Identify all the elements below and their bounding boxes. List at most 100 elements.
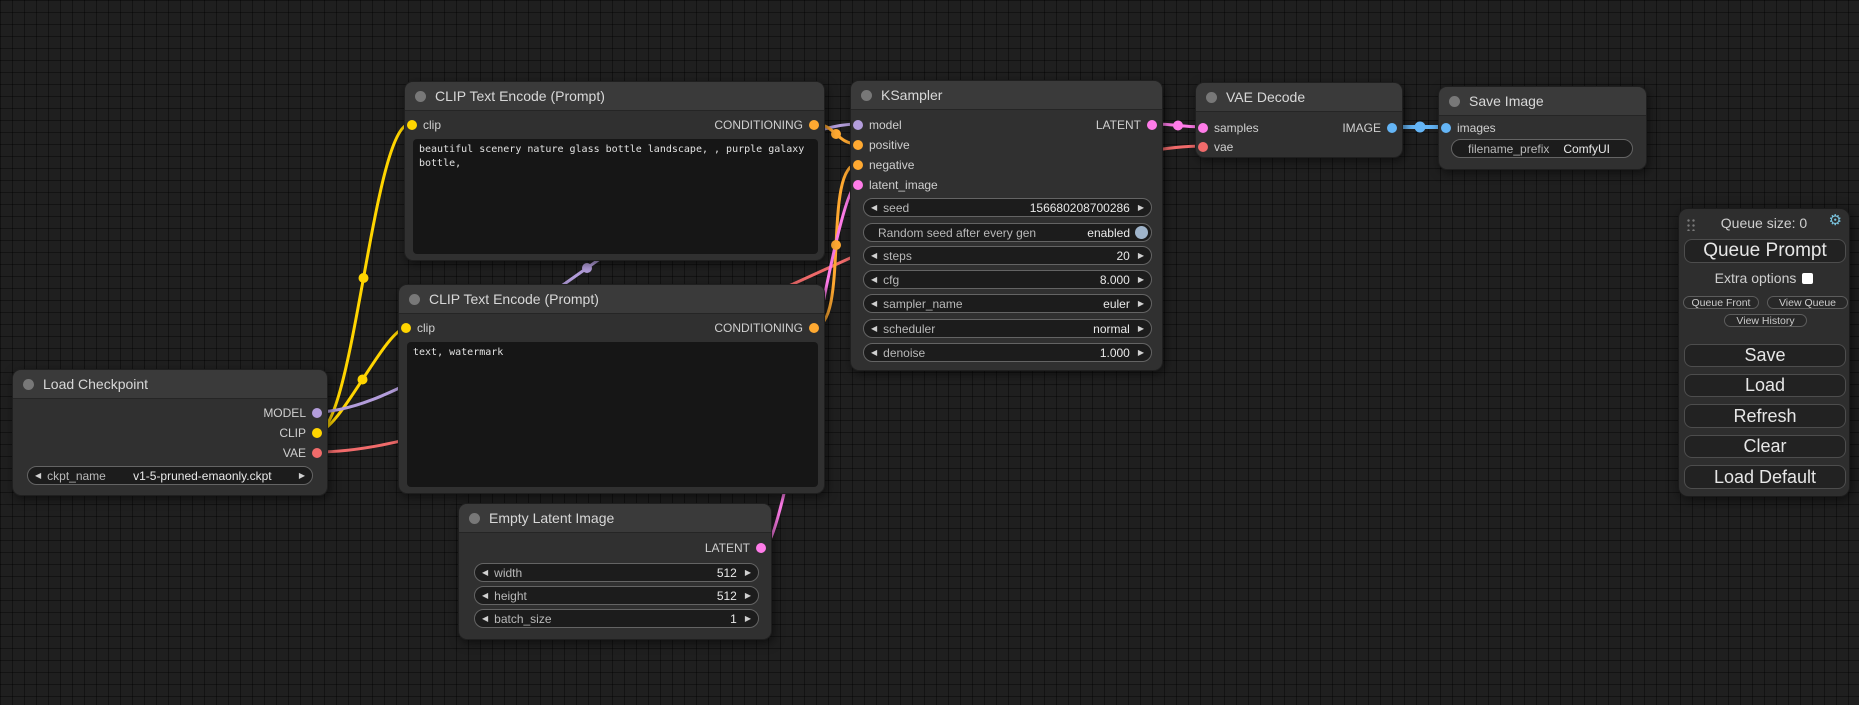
widget-value[interactable]: normal — [1093, 322, 1130, 336]
stepper-right-icon[interactable]: ▶ — [1138, 203, 1144, 212]
toggle-knob-icon[interactable] — [1135, 226, 1148, 239]
clip-output-dot[interactable] — [312, 428, 322, 438]
stepper-left-icon[interactable]: ◀ — [871, 251, 877, 260]
vae-input-dot[interactable] — [1198, 142, 1208, 152]
conditioning-output-dot[interactable] — [809, 120, 819, 130]
scheduler-widget[interactable]: ◀ scheduler normal ▶ — [863, 319, 1152, 338]
latent-input-dot[interactable] — [1198, 123, 1208, 133]
ckpt-name-widget[interactable]: ◀ ckpt_name v1-5-pruned-emaonly.ckpt ▶ — [27, 466, 313, 485]
input-slot-clip[interactable]: clip — [401, 322, 435, 334]
collapse-dot-icon[interactable] — [469, 513, 480, 524]
conditioning-input-dot[interactable] — [853, 140, 863, 150]
node-clip-text-encode-negative[interactable]: CLIP Text Encode (Prompt) clip CONDITION… — [398, 284, 825, 494]
node-load-checkpoint[interactable]: Load Checkpoint MODEL CLIP VAE ◀ ckpt_na… — [12, 369, 328, 496]
collapse-dot-icon[interactable] — [861, 90, 872, 101]
batch-size-widget[interactable]: ◀ batch_size 1 ▶ — [474, 609, 759, 628]
stepper-right-icon[interactable]: ▶ — [745, 591, 751, 600]
prompt-textarea[interactable]: beautiful scenery nature glass bottle la… — [413, 139, 818, 254]
input-slot-negative[interactable]: negative — [853, 159, 914, 171]
height-widget[interactable]: ◀ height 512 ▶ — [474, 586, 759, 605]
node-title-bar[interactable]: Load Checkpoint — [13, 370, 327, 399]
output-slot-latent[interactable]: LATENT — [1096, 119, 1157, 131]
image-input-dot[interactable] — [1441, 123, 1451, 133]
stepper-right-icon[interactable]: ▶ — [1138, 348, 1144, 357]
stepper-left-icon[interactable]: ◀ — [482, 568, 488, 577]
stepper-left-icon[interactable]: ◀ — [871, 348, 877, 357]
widget-value[interactable]: 20 — [1116, 249, 1129, 263]
widget-value[interactable]: 1.000 — [1100, 346, 1130, 360]
latent-output-dot[interactable] — [756, 543, 766, 553]
stepper-left-icon[interactable]: ◀ — [871, 203, 877, 212]
load-button[interactable]: Load — [1684, 374, 1846, 397]
stepper-right-icon[interactable]: ▶ — [1138, 324, 1144, 333]
collapse-dot-icon[interactable] — [409, 294, 420, 305]
stepper-left-icon[interactable]: ◀ — [35, 471, 41, 480]
output-slot-conditioning[interactable]: CONDITIONING — [714, 119, 819, 131]
widget-value[interactable]: ComfyUI — [1563, 142, 1610, 156]
collapse-dot-icon[interactable] — [1449, 96, 1460, 107]
image-output-dot[interactable] — [1387, 123, 1397, 133]
output-slot-latent[interactable]: LATENT — [705, 542, 766, 554]
node-title-bar[interactable]: Save Image — [1439, 87, 1646, 116]
vae-output-dot[interactable] — [312, 448, 322, 458]
queue-prompt-button[interactable]: Queue Prompt — [1684, 239, 1846, 263]
extra-options-checkbox[interactable] — [1802, 273, 1813, 284]
queue-front-button[interactable]: Queue Front — [1683, 296, 1759, 309]
node-clip-text-encode-positive[interactable]: CLIP Text Encode (Prompt) clip CONDITION… — [404, 81, 825, 261]
conditioning-input-dot[interactable] — [853, 160, 863, 170]
output-slot-model[interactable]: MODEL — [263, 407, 322, 419]
node-title-bar[interactable]: CLIP Text Encode (Prompt) — [399, 285, 824, 314]
output-slot-image[interactable]: IMAGE — [1342, 122, 1397, 134]
stepper-right-icon[interactable]: ▶ — [745, 614, 751, 623]
stepper-right-icon[interactable]: ▶ — [299, 471, 305, 480]
node-title-bar[interactable]: CLIP Text Encode (Prompt) — [405, 82, 824, 111]
latent-output-dot[interactable] — [1147, 120, 1157, 130]
widget-value[interactable]: 156680208700286 — [1030, 201, 1130, 215]
steps-widget[interactable]: ◀ steps 20 ▶ — [863, 246, 1152, 265]
node-vae-decode[interactable]: VAE Decode samples vae IMAGE — [1195, 82, 1403, 158]
view-history-button[interactable]: View History — [1724, 314, 1807, 327]
collapse-dot-icon[interactable] — [23, 379, 34, 390]
node-title-bar[interactable]: Empty Latent Image — [459, 504, 771, 533]
stepper-left-icon[interactable]: ◀ — [482, 591, 488, 600]
output-slot-clip[interactable]: CLIP — [279, 427, 322, 439]
sampler-name-widget[interactable]: ◀ sampler_name euler ▶ — [863, 294, 1152, 313]
output-slot-vae[interactable]: VAE — [283, 447, 322, 459]
node-graph-canvas[interactable]: Load Checkpoint MODEL CLIP VAE ◀ ckpt_na… — [0, 0, 1859, 705]
seed-widget[interactable]: ◀ seed 156680208700286 ▶ — [863, 198, 1152, 217]
clear-button[interactable]: Clear — [1684, 435, 1846, 458]
stepper-right-icon[interactable]: ▶ — [745, 568, 751, 577]
node-title-bar[interactable]: KSampler — [851, 81, 1162, 110]
clip-input-dot[interactable] — [407, 120, 417, 130]
collapse-dot-icon[interactable] — [415, 91, 426, 102]
node-title-bar[interactable]: VAE Decode — [1196, 83, 1402, 112]
widget-value[interactable]: v1-5-pruned-emaonly.ckpt — [133, 469, 272, 483]
denoise-widget[interactable]: ◀ denoise 1.000 ▶ — [863, 343, 1152, 362]
input-slot-samples[interactable]: samples — [1198, 122, 1259, 134]
input-slot-model[interactable]: model — [853, 119, 902, 131]
collapse-dot-icon[interactable] — [1206, 92, 1217, 103]
stepper-right-icon[interactable]: ▶ — [1138, 299, 1144, 308]
stepper-left-icon[interactable]: ◀ — [482, 614, 488, 623]
stepper-right-icon[interactable]: ▶ — [1138, 275, 1144, 284]
load-default-button[interactable]: Load Default — [1684, 465, 1846, 489]
node-empty-latent-image[interactable]: Empty Latent Image LATENT ◀ width 512 ▶ … — [458, 503, 772, 640]
random-seed-widget[interactable]: Random seed after every gen enabled — [863, 223, 1152, 242]
input-slot-latent-image[interactable]: latent_image — [853, 179, 938, 191]
input-slot-positive[interactable]: positive — [853, 139, 910, 151]
widget-value[interactable]: enabled — [1087, 226, 1130, 240]
input-slot-clip[interactable]: clip — [407, 119, 441, 131]
width-widget[interactable]: ◀ width 512 ▶ — [474, 563, 759, 582]
stepper-right-icon[interactable]: ▶ — [1138, 251, 1144, 260]
input-slot-vae[interactable]: vae — [1198, 141, 1233, 153]
stepper-left-icon[interactable]: ◀ — [871, 324, 877, 333]
output-slot-conditioning[interactable]: CONDITIONING — [714, 322, 819, 334]
widget-value[interactable]: euler — [1103, 297, 1130, 311]
filename-prefix-widget[interactable]: filename_prefix ComfyUI — [1451, 139, 1633, 158]
widget-value[interactable]: 512 — [717, 566, 737, 580]
input-slot-images[interactable]: images — [1441, 122, 1496, 134]
stepper-left-icon[interactable]: ◀ — [871, 299, 877, 308]
cfg-widget[interactable]: ◀ cfg 8.000 ▶ — [863, 270, 1152, 289]
widget-value[interactable]: 8.000 — [1100, 273, 1130, 287]
widget-value[interactable]: 512 — [717, 589, 737, 603]
